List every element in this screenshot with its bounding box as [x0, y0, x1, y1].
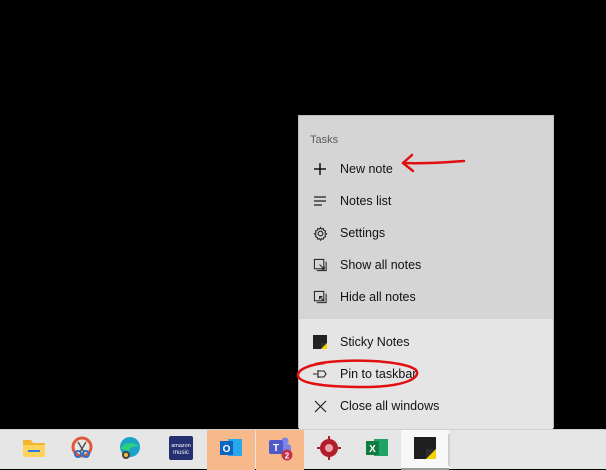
pin-to-taskbar[interactable]: Pin to taskbar — [299, 359, 553, 389]
open-sticky-notes[interactable]: Sticky Notes — [299, 327, 553, 357]
taskbar-edge[interactable] — [106, 430, 154, 470]
taskbar: amazon music O T2 X — [0, 429, 606, 470]
svg-text:X: X — [369, 444, 376, 455]
svg-text:music: music — [173, 450, 189, 456]
taskbar-outlook[interactable]: O — [207, 430, 255, 470]
edge-icon — [117, 435, 143, 466]
close-all-windows[interactable]: Close all windows — [299, 391, 553, 421]
task-notes-list[interactable]: Notes list — [299, 186, 553, 216]
amazon-music-icon: amazon music — [169, 435, 193, 465]
task-label: Hide all notes — [340, 290, 416, 304]
taskbar-teams[interactable]: T2 — [256, 430, 304, 470]
task-label: New note — [340, 162, 393, 176]
taskbar-amazon-music[interactable]: amazon music — [157, 430, 205, 470]
outlook-icon: O — [218, 436, 244, 465]
jump-list: Tasks New note Notes list Settings Show … — [298, 115, 554, 429]
excel-icon: X — [364, 436, 390, 465]
task-new-note[interactable]: New note — [299, 154, 553, 184]
list-icon — [312, 193, 328, 209]
plus-icon — [312, 161, 328, 177]
task-settings[interactable]: Settings — [299, 218, 553, 248]
show-windows-icon — [312, 257, 328, 273]
taskbar-red-app[interactable] — [305, 430, 353, 470]
close-icon — [312, 398, 328, 414]
folder-icon — [22, 437, 46, 464]
gear-icon — [312, 225, 328, 241]
svg-text:2: 2 — [285, 451, 290, 460]
red-app-icon — [316, 435, 342, 466]
taskbar-excel[interactable]: X — [353, 430, 401, 470]
group-title: Tasks — [310, 134, 339, 146]
taskbar-sticky-notes[interactable] — [401, 430, 449, 470]
taskbar-divider — [448, 434, 450, 466]
app-label: Pin to taskbar — [340, 367, 417, 381]
snip-icon — [70, 436, 94, 465]
sticky-notes-icon — [414, 436, 436, 464]
teams-icon: T2 — [266, 435, 294, 466]
hide-windows-icon — [312, 289, 328, 305]
task-label: Notes list — [340, 194, 392, 208]
task-label: Show all notes — [340, 258, 422, 272]
svg-text:amazon: amazon — [171, 443, 191, 449]
taskbar-file-explorer[interactable] — [10, 430, 58, 470]
sticky-notes-icon — [312, 334, 328, 350]
taskbar-snipping-tool[interactable] — [58, 430, 106, 470]
svg-text:O: O — [223, 444, 231, 455]
app-label: Close all windows — [340, 399, 440, 413]
app-label: Sticky Notes — [340, 335, 410, 349]
task-show-all-notes[interactable]: Show all notes — [299, 250, 553, 280]
tasks-section: Tasks New note Notes list Settings Show … — [299, 116, 553, 319]
task-label: Settings — [340, 226, 386, 240]
app-section: Sticky Notes Pin to taskbar Close all wi… — [299, 319, 553, 429]
svg-text:T: T — [273, 443, 279, 454]
pin-icon — [312, 366, 328, 382]
task-hide-all-notes[interactable]: Hide all notes — [299, 282, 553, 312]
